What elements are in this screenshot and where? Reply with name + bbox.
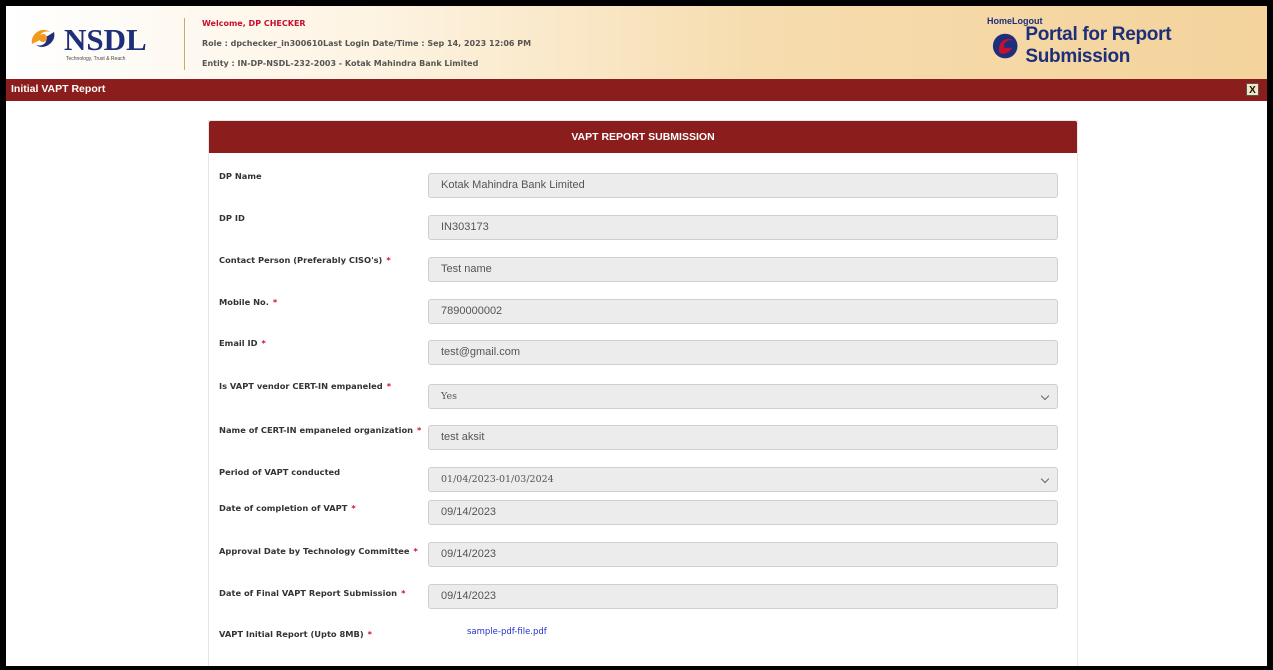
approval-date-input[interactable]: 09/14/2023 <box>428 542 1058 567</box>
select-value: Yes <box>441 391 457 402</box>
window-titlebar: Initial VAPT Report X <box>6 79 1267 101</box>
dp-id-input[interactable]: IN303173 <box>428 215 1058 240</box>
welcome-line: Welcome, DP CHECKER <box>202 17 531 37</box>
window-title: Initial VAPT Report <box>11 83 106 95</box>
chevron-down-icon <box>1040 391 1050 401</box>
welcome-label: Welcome, <box>202 19 246 28</box>
form-heading: VAPT REPORT SUBMISSION <box>209 121 1077 153</box>
field-label: VAPT Initial Report (Upto 8MB) * <box>219 629 373 639</box>
portal-e-icon <box>992 33 1018 59</box>
role-line: Role : dpchecker_in300610Last Login Date… <box>202 39 532 48</box>
site-header: NSDL Technology, Trust & Reach Welcome, … <box>6 6 1267 79</box>
nsdl-logo[interactable]: NSDL Technology, Trust & Reach <box>28 20 160 66</box>
field-label: Is VAPT vendor CERT-IN empaneled * <box>219 381 392 391</box>
select-value: 01/04/2023-01/03/2024 <box>441 474 554 485</box>
field-label: Date of completion of VAPT * <box>219 503 356 513</box>
entity-line: Entity : IN-DP-NSDL-232-2003 - Kotak Mah… <box>202 59 479 68</box>
contact-person-input[interactable]: Test name <box>428 257 1058 282</box>
logo-tagline: Technology, Trust & Reach <box>66 56 126 62</box>
email-input[interactable]: test@gmail.com <box>428 340 1058 365</box>
period-select[interactable]: 01/04/2023-01/03/2024 <box>428 467 1058 492</box>
vapt-form-panel: VAPT REPORT SUBMISSION DP Name Kotak Mah… <box>208 120 1078 666</box>
close-button[interactable]: X <box>1246 83 1259 96</box>
field-label: Period of VAPT conducted <box>219 467 341 477</box>
logo-text: NSDL <box>64 22 147 57</box>
field-label: Approval Date by Technology Committee * <box>219 546 418 556</box>
portal-title: Portal for Report Submission <box>1025 24 1172 67</box>
nsdl-swirl-icon <box>31 29 55 47</box>
field-label: Contact Person (Preferably CISO's) * <box>219 255 391 265</box>
header-divider <box>184 18 185 70</box>
browser-page: NSDL Technology, Trust & Reach Welcome, … <box>6 6 1267 666</box>
home-link[interactable]: Home <box>987 16 1012 26</box>
cert-in-org-input[interactable]: test aksit <box>428 425 1058 450</box>
submission-date-input[interactable]: 09/14/2023 <box>428 584 1058 609</box>
field-label: Mobile No. * <box>219 297 278 307</box>
portal-branding: Portal for Report Submission <box>991 24 1267 67</box>
completion-date-input[interactable]: 09/14/2023 <box>428 500 1058 525</box>
report-file-link[interactable]: sample-pdf-file.pdf <box>467 627 547 637</box>
user-info: Welcome, DP CHECKER Role : dpchecker_in3… <box>202 17 531 77</box>
field-label: Email ID * <box>219 338 266 348</box>
field-label: Name of CERT-IN empaneled organization * <box>219 425 422 435</box>
field-label: Date of Final VAPT Report Submission * <box>219 588 406 598</box>
cert-in-empaneled-select[interactable]: Yes <box>428 384 1058 409</box>
field-label: DP ID <box>219 213 245 223</box>
mobile-input[interactable]: 7890000002 <box>428 299 1058 324</box>
welcome-name: DP CHECKER <box>248 19 306 28</box>
dp-name-input[interactable]: Kotak Mahindra Bank Limited <box>428 173 1058 198</box>
field-label: DP Name <box>219 171 262 181</box>
chevron-down-icon <box>1040 474 1050 484</box>
